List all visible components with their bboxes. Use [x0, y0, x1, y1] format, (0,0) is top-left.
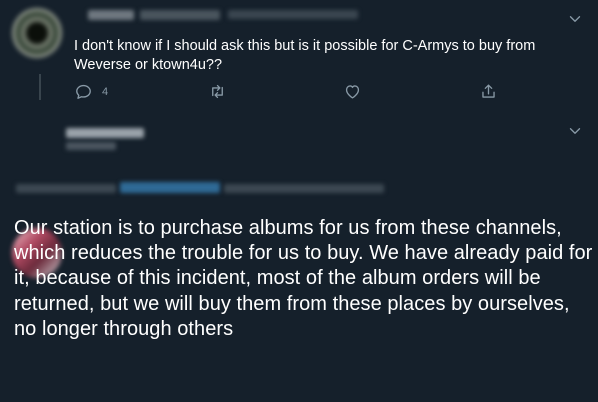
blurred-handle[interactable] — [66, 142, 116, 150]
retweet-button[interactable] — [208, 82, 227, 101]
reply-button[interactable]: 4 — [74, 82, 108, 101]
reply-tweet[interactable]: I don't know if I should ask this but is… — [0, 0, 598, 110]
like-icon — [343, 82, 362, 101]
reply-icon — [74, 82, 93, 101]
blurred-handle[interactable] — [228, 10, 358, 19]
blurred-display-name[interactable] — [66, 128, 144, 138]
retweet-icon — [208, 82, 227, 101]
chevron-down-icon[interactable] — [566, 10, 584, 28]
quoted-tweet-text: Our station is to purchase albums for us… — [14, 217, 593, 340]
tweet-actions: 4 — [74, 82, 514, 102]
blurred-original-text-2 — [224, 184, 384, 193]
avatar[interactable] — [12, 8, 62, 58]
reply-tweet-text: I don't know if I should ask this but is… — [74, 38, 536, 73]
blurred-original-text-link[interactable] — [120, 182, 220, 193]
thread-line — [39, 74, 41, 100]
reply-count: 4 — [102, 85, 109, 98]
blurred-display-name[interactable] — [88, 10, 134, 20]
blurred-display-name-2 — [140, 10, 220, 20]
share-button[interactable] — [479, 82, 498, 101]
chevron-down-icon[interactable] — [566, 122, 584, 140]
share-icon — [479, 82, 498, 101]
like-button[interactable] — [343, 82, 362, 101]
blurred-original-text — [16, 184, 116, 193]
